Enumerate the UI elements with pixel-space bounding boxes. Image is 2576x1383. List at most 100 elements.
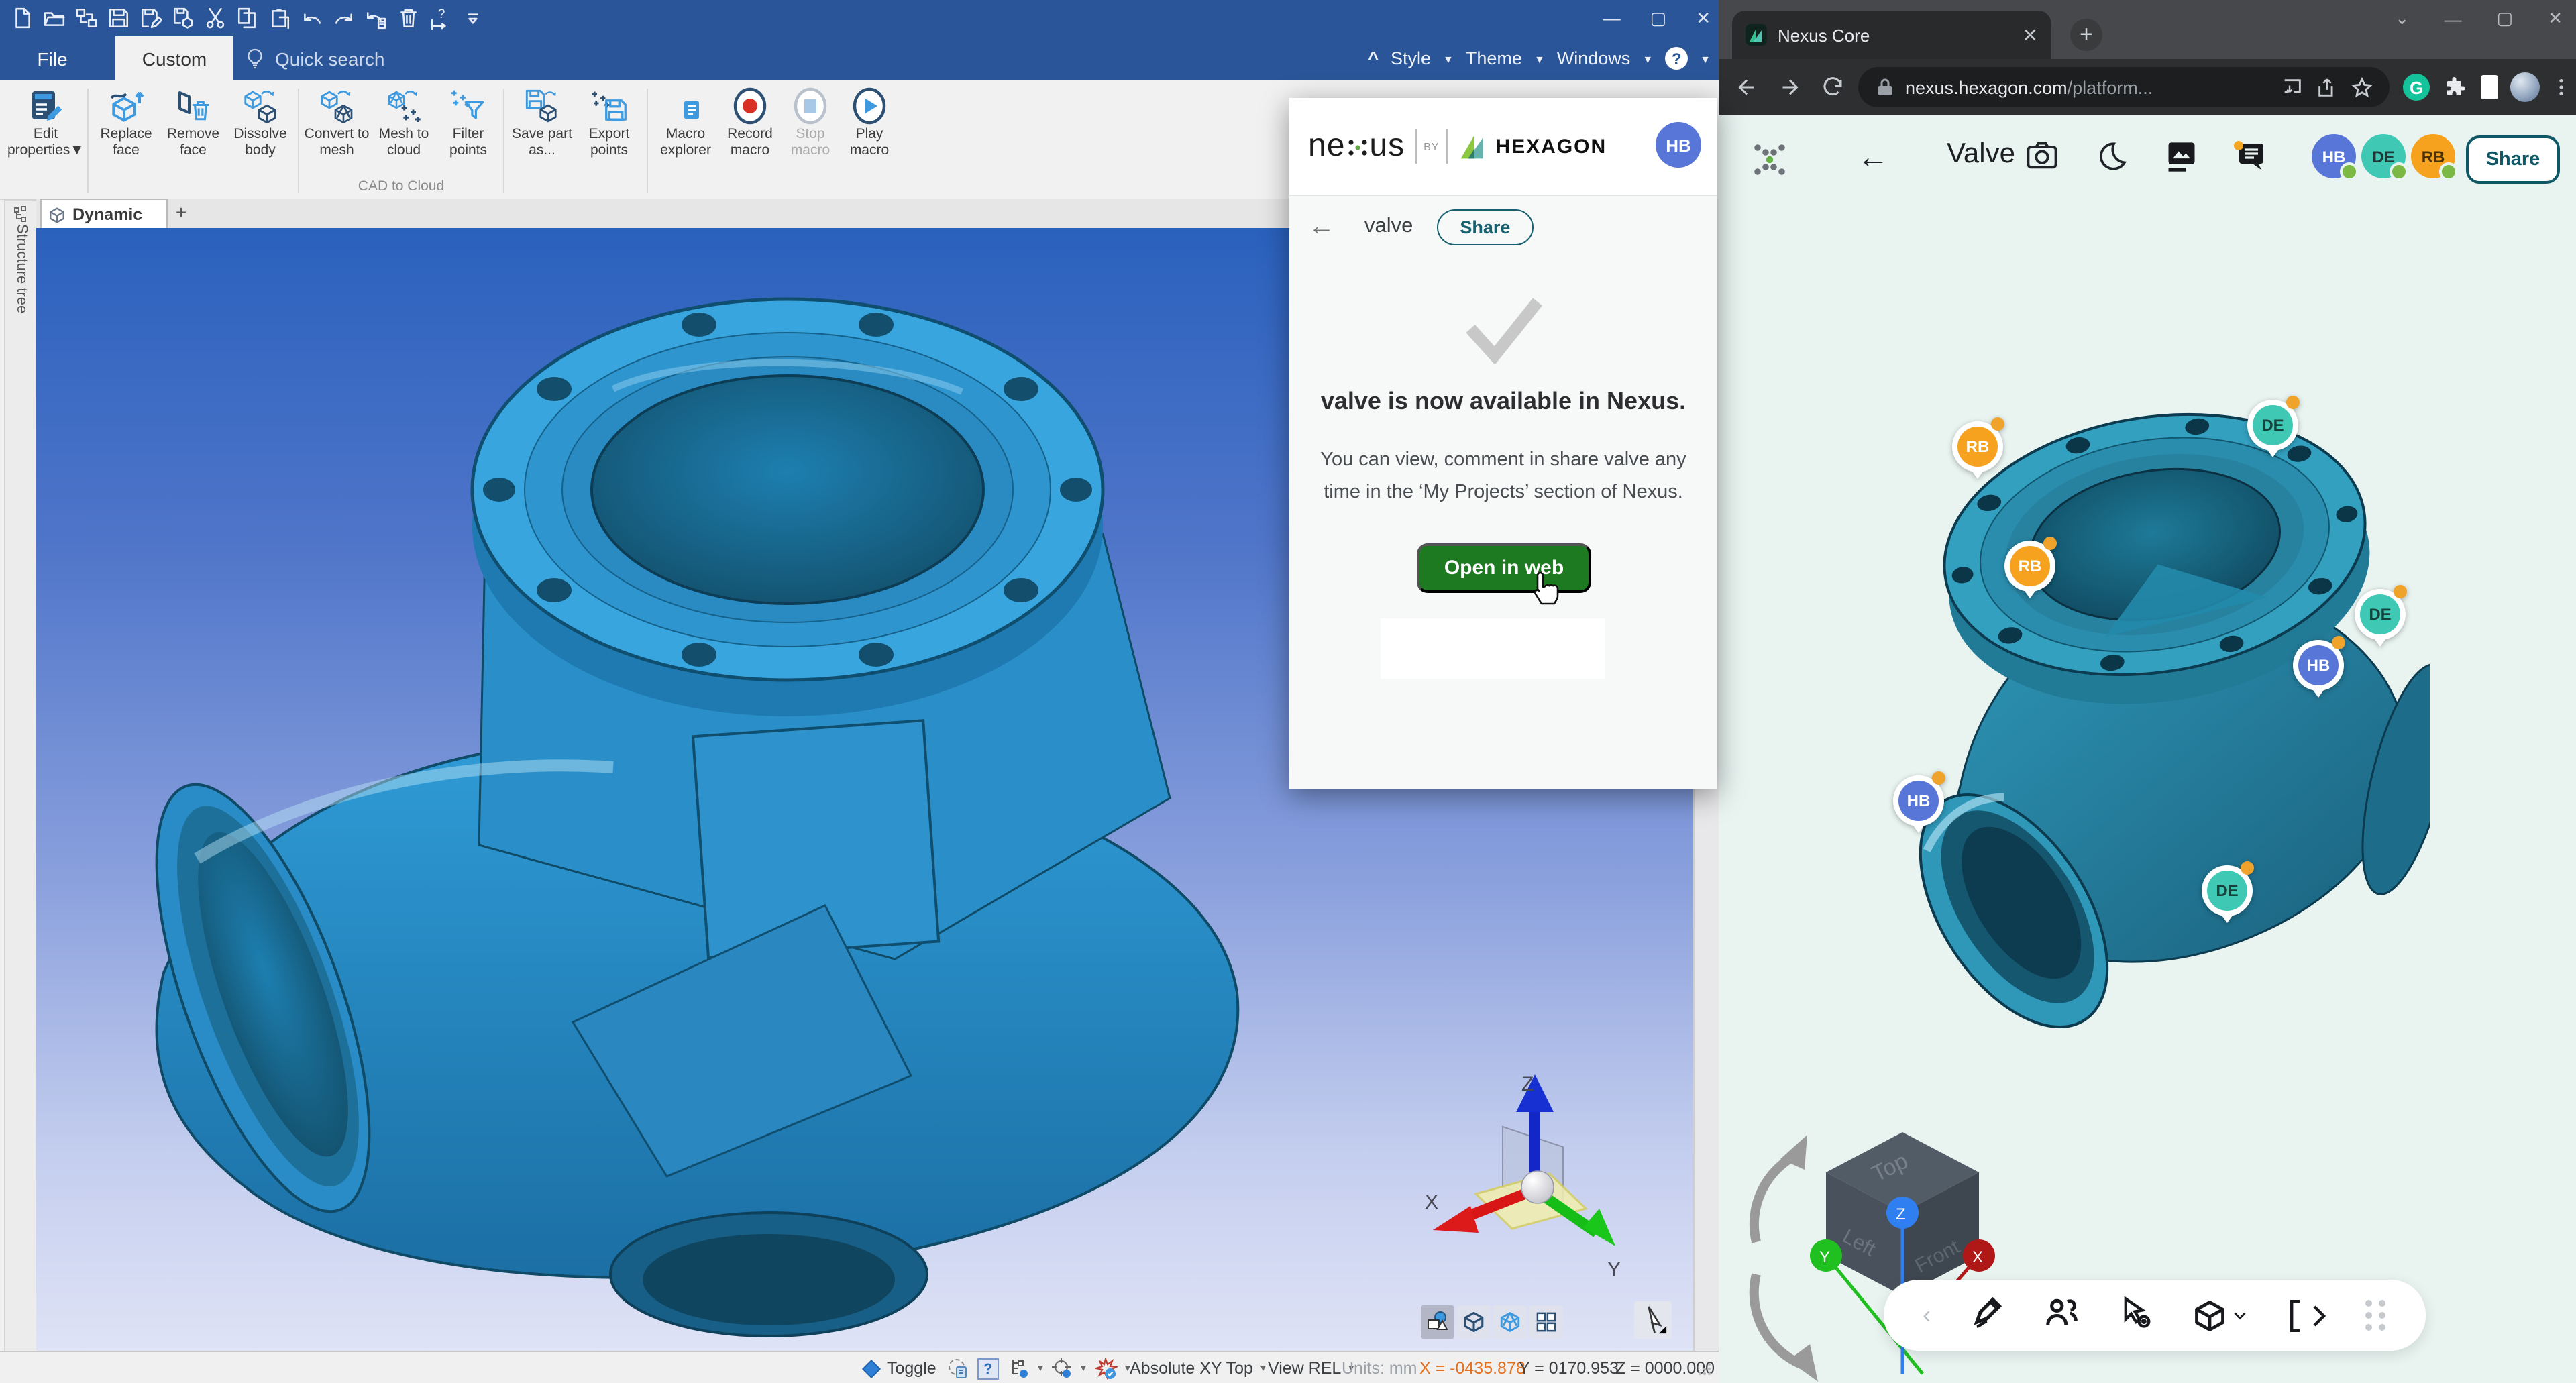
ribbon-button-mesh-to-cloud[interactable]: Mesh to cloud (370, 80, 437, 178)
new-document-icon[interactable] (11, 7, 34, 30)
model-views-icon[interactable] (2192, 1298, 2249, 1333)
comment-pin-de[interactable]: DE (2355, 589, 2406, 648)
measure-query-icon[interactable]: ? (429, 7, 452, 30)
tab-file[interactable]: File (13, 36, 91, 80)
quick-search[interactable]: Quick search (246, 36, 384, 80)
add-document-tab[interactable]: + (168, 201, 195, 227)
grammarly-extension-icon[interactable]: G (2403, 74, 2430, 101)
drag-handle-icon[interactable] (2365, 1300, 2387, 1331)
profile-avatar[interactable] (2510, 72, 2540, 102)
svg-text:Y: Y (1607, 1258, 1621, 1280)
resize-grip[interactable] (1699, 1362, 1712, 1375)
cad-minimize-button[interactable]: — (1603, 8, 1621, 28)
delete-icon[interactable] (397, 7, 420, 30)
side-panel-icon[interactable] (2481, 75, 2498, 99)
expand-panel-icon[interactable] (2288, 1299, 2326, 1331)
paste-icon[interactable] (268, 7, 291, 30)
render-style-button[interactable] (1421, 1305, 1454, 1339)
tab-search-icon[interactable]: ⌄ (2395, 8, 2410, 30)
svg-text:Z: Z (1896, 1205, 1906, 1223)
save-icon[interactable] (107, 7, 130, 30)
ribbon-collapse-chevron[interactable]: ^ (1368, 48, 1379, 68)
collaborators-icon[interactable] (2043, 1294, 2080, 1337)
spark-check-icon[interactable]: ▼ (1095, 1352, 1132, 1383)
ribbon-button-record-macro[interactable]: Record macro (719, 80, 781, 178)
menu-windows[interactable]: Windows (1557, 48, 1631, 68)
browser-maximize-button[interactable]: ▢ (2497, 8, 2514, 30)
menu-style[interactable]: Style (1391, 48, 1431, 68)
comment-pin-rb[interactable]: RB (2004, 541, 2055, 600)
save-part-icon[interactable] (172, 7, 195, 30)
open-folder-icon[interactable] (43, 7, 66, 30)
ribbon-button-play-macro[interactable]: Play macro (840, 80, 899, 178)
undo-icon[interactable] (301, 7, 323, 30)
svg-text:X: X (1425, 1191, 1438, 1213)
comment-pin-de[interactable]: DE (2247, 400, 2298, 459)
four-views-button[interactable] (1529, 1305, 1563, 1339)
ribbon-button-export-points[interactable]: Export points (576, 80, 643, 178)
new-tab-button[interactable]: + (2070, 19, 2102, 51)
nexus-web-page: ← Valve HBDERB Share (1719, 115, 2576, 1383)
comment-pin-hb[interactable]: HB (1893, 775, 1944, 834)
menu-theme[interactable]: Theme (1466, 48, 1522, 68)
cut-icon[interactable] (204, 7, 227, 30)
cad-close-button[interactable]: ✕ (1696, 7, 1711, 29)
tab-custom[interactable]: Custom (115, 36, 233, 80)
undo-history-icon[interactable] (365, 7, 388, 30)
panel-share-button[interactable]: Share (1437, 209, 1533, 245)
browser-reload-icon[interactable] (1821, 75, 1845, 99)
open-in-web-button[interactable]: Open in web (1417, 543, 1591, 593)
address-bar[interactable]: nexus.hexagon.com/platform... (1858, 67, 2390, 107)
projection-selector[interactable]: Absolute XY Top▼ (1130, 1352, 1268, 1383)
save-as-icon[interactable] (140, 7, 162, 30)
install-app-icon[interactable] (2281, 76, 2304, 99)
ribbon-button-edit-properties[interactable]: Edit properties▼ (8, 80, 83, 178)
comment-pin-hb[interactable]: HB (2293, 640, 2344, 699)
url-host: nexus.hexagon.com (1905, 77, 2068, 97)
user-avatar[interactable]: HB (1656, 122, 1701, 168)
help-button[interactable]: ? (1665, 47, 1688, 70)
ribbon-button-remove-face[interactable]: Remove face (160, 80, 227, 178)
snap-target-icon[interactable]: ▼ (1052, 1352, 1088, 1383)
solid-view-button[interactable] (1457, 1305, 1491, 1339)
pointer-follow-icon[interactable] (2118, 1294, 2153, 1336)
comment-pin-de[interactable]: DE (2202, 865, 2253, 924)
redo-icon[interactable] (333, 7, 356, 30)
ribbon-button-macro-explorer[interactable]: Macro explorer (652, 80, 719, 178)
prev-chevron-icon[interactable]: ‹ (1923, 1301, 1931, 1329)
section-note-icon[interactable] (947, 1352, 969, 1383)
browser-back-icon[interactable] (1735, 75, 1759, 99)
import-model-icon[interactable] (75, 7, 98, 30)
share-page-icon[interactable] (2316, 76, 2339, 99)
structure-tree-tab[interactable]: Structure tree (4, 200, 39, 1353)
ribbon-button-filter-points[interactable]: Filter points (437, 80, 499, 178)
lock-icon (1877, 78, 1893, 97)
ribbon-button-dissolve-body[interactable]: Dissolve body (227, 80, 294, 178)
selection-tree-icon[interactable]: ▼ (1009, 1352, 1045, 1383)
ribbon-button-save-part-as[interactable]: Save part as... (508, 80, 576, 178)
select-cursor-button[interactable] (1634, 1301, 1672, 1339)
wireframe-view-button[interactable] (1493, 1305, 1527, 1339)
extensions-puzzle-icon[interactable] (2443, 75, 2467, 99)
bookmark-star-icon[interactable] (2351, 76, 2373, 99)
browser-menu-icon[interactable] (2551, 76, 2572, 98)
ribbon-button-convert-to-mesh[interactable]: Convert to mesh (303, 80, 370, 178)
copy-icon[interactable] (236, 7, 259, 30)
browser-tab[interactable]: Nexus Core ✕ (1732, 11, 2051, 59)
desktop: ? — ▢ ✕ File Custom Quick search ^ Style… (0, 0, 2576, 1383)
back-arrow-icon[interactable]: ← (1308, 211, 1335, 242)
comment-pin-rb[interactable]: RB (1952, 421, 2003, 480)
tab-close-icon[interactable]: ✕ (2023, 23, 2038, 46)
cad-statusbar: Toggle ? ▼ ▼ ▼ Absolute XY Top▼ View REL… (0, 1351, 1719, 1383)
browser-forward-icon[interactable] (1778, 75, 1802, 99)
browser-close-button[interactable]: ✕ (2548, 8, 2563, 30)
toggle-control[interactable]: Toggle (861, 1352, 936, 1383)
cad-maximize-button[interactable]: ▢ (1650, 7, 1667, 29)
more-caret-icon[interactable] (462, 7, 484, 30)
draw-icon[interactable] (1970, 1294, 2004, 1336)
browser-minimize-button[interactable]: — (2445, 9, 2462, 29)
ribbon-button-replace-face[interactable]: Replace face (93, 80, 160, 178)
coordinate-y: Y = 0170.953 (1519, 1352, 1619, 1383)
query-tooltip-icon[interactable]: ? (977, 1352, 1000, 1383)
tab-dynamic[interactable]: Dynamic (40, 199, 168, 229)
